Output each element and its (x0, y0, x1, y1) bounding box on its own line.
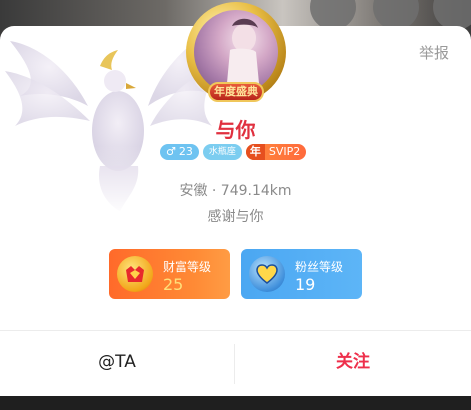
vip-tag: 年 SVIP2 (245, 144, 307, 160)
heart-gem-icon (249, 256, 285, 292)
signature: 感谢与你 (207, 209, 264, 225)
zodiac-tag: 水瓶座 (202, 144, 242, 160)
age-value: 23 (178, 145, 193, 158)
fans-level-value: 19 (295, 275, 316, 294)
action-separator (234, 344, 235, 384)
wealth-level-value: 25 (163, 275, 184, 294)
username: 与你 (215, 118, 256, 142)
avatar-badge: 年度盛典 (208, 82, 264, 102)
location-distance: 安徽 · 749.14km (179, 183, 292, 199)
crown-gem-icon (117, 256, 153, 292)
wealth-level-card[interactable]: 财富等级 25 (109, 249, 230, 299)
follow-button[interactable]: 关注 (236, 330, 470, 394)
bottom-bar (0, 396, 471, 410)
male-icon: ♂ (166, 145, 176, 158)
avatar[interactable]: 年度盛典 (186, 2, 286, 102)
vip-level: SVIP2 (268, 145, 301, 158)
wealth-level-label: 财富等级 (163, 260, 212, 274)
vip-prefix: 年 (245, 144, 265, 160)
report-button[interactable]: 举报 (419, 42, 449, 63)
fans-level-label: 粉丝等级 (295, 260, 344, 274)
profile-tags: ♂ 23 水瓶座 年 SVIP2 (160, 144, 307, 160)
mention-button[interactable]: @TA (0, 330, 234, 394)
fans-level-card[interactable]: 粉丝等级 19 (241, 249, 362, 299)
gender-age-tag: ♂ 23 (160, 144, 199, 160)
